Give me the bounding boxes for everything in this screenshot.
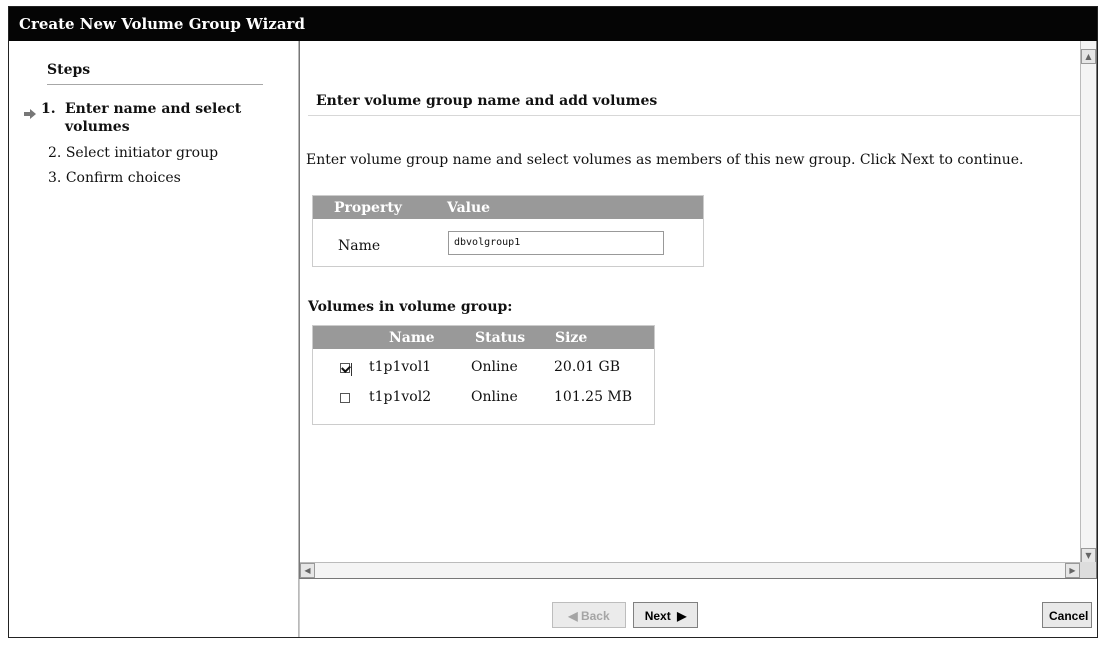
step-select-initiator-group: 2. Select initiator group [48,144,218,162]
window-title: Create New Volume Group Wizard [9,7,1097,41]
wizard-window: Create New Volume Group Wizard Steps 1. … [8,6,1098,638]
step-number: 3. [48,170,62,186]
content-frame: Enter volume group name and add volumes … [299,41,1097,579]
step-number: 1. [41,101,56,117]
steps-divider [47,84,263,85]
step-label-line1: Enter name and select [65,101,242,117]
volume-table-header: Name Status Size [313,326,654,349]
column-header-value: Value [447,200,491,216]
horizontal-scrollbar[interactable]: ◀ ▶ [300,562,1080,578]
cancel-button[interactable]: Cancel [1042,602,1092,628]
volume-name: t1p1vol1 [369,359,432,375]
property-table-header: Property Value [313,196,703,219]
wizard-content-pane: Enter volume group name and add volumes … [299,41,1097,637]
column-header-property: Property [334,200,402,216]
steps-pane: Steps 1. Enter name and select volumes 2… [9,41,299,637]
table-row[interactable]: t1p1vol1 Online 20.01 GB [313,353,654,383]
volume-group-name-input[interactable]: dbvolgroup1 [448,231,664,255]
page-heading: Enter volume group name and add volumes [316,93,658,109]
volume-status: Online [471,359,518,375]
column-header-size: Size [555,330,588,346]
back-button[interactable]: ◀ Back [552,602,626,628]
volume-name: t1p1vol2 [369,389,432,405]
row-focus-indicator [351,363,352,376]
scrollbar-corner [1080,562,1096,578]
scroll-up-icon[interactable]: ▲ [1081,49,1096,64]
volume-table: Name Status Size t1p1vol1 Online 20.01 G… [312,325,655,425]
scroll-right-icon[interactable]: ▶ [1065,563,1080,578]
column-header-name: Name [389,330,435,346]
column-header-status: Status [475,330,526,346]
step-enter-name-select-volumes: 1. [41,100,56,118]
volumes-title: Volumes in volume group: [308,299,513,315]
right-arrow-icon: ▶ [677,609,687,623]
current-step-arrow-icon [24,109,36,119]
volume-status: Online [471,389,518,405]
step-label-line2: volumes [65,119,130,135]
wizard-button-bar: ◀ Back Next ▶ Cancel [299,579,1097,637]
volume-checkbox[interactable] [340,393,350,403]
steps-title: Steps [47,62,91,78]
vertical-scrollbar[interactable]: ▲ ▼ [1080,41,1096,563]
step-confirm-choices: 3. Confirm choices [48,169,181,187]
step-number: 2. [48,145,62,161]
left-arrow-icon: ◀ [568,609,581,623]
scroll-left-icon[interactable]: ◀ [300,563,315,578]
heading-divider [308,115,1084,116]
step-label: Enter name and select volumes [65,100,241,136]
volume-size: 101.25 MB [554,389,633,405]
step-label: Confirm choices [65,170,181,186]
instruction-text: Enter volume group name and select volum… [306,152,1024,168]
volume-checkbox[interactable] [340,363,350,373]
property-name-label: Name [338,238,381,254]
table-row[interactable]: t1p1vol2 Online 101.25 MB [313,383,654,413]
volume-size: 20.01 GB [554,359,621,375]
property-table: Property Value Name dbvolgroup1 [312,195,704,267]
next-button[interactable]: Next ▶ [633,602,698,628]
scroll-down-icon[interactable]: ▼ [1081,548,1096,563]
step-label: Select initiator group [65,145,219,161]
